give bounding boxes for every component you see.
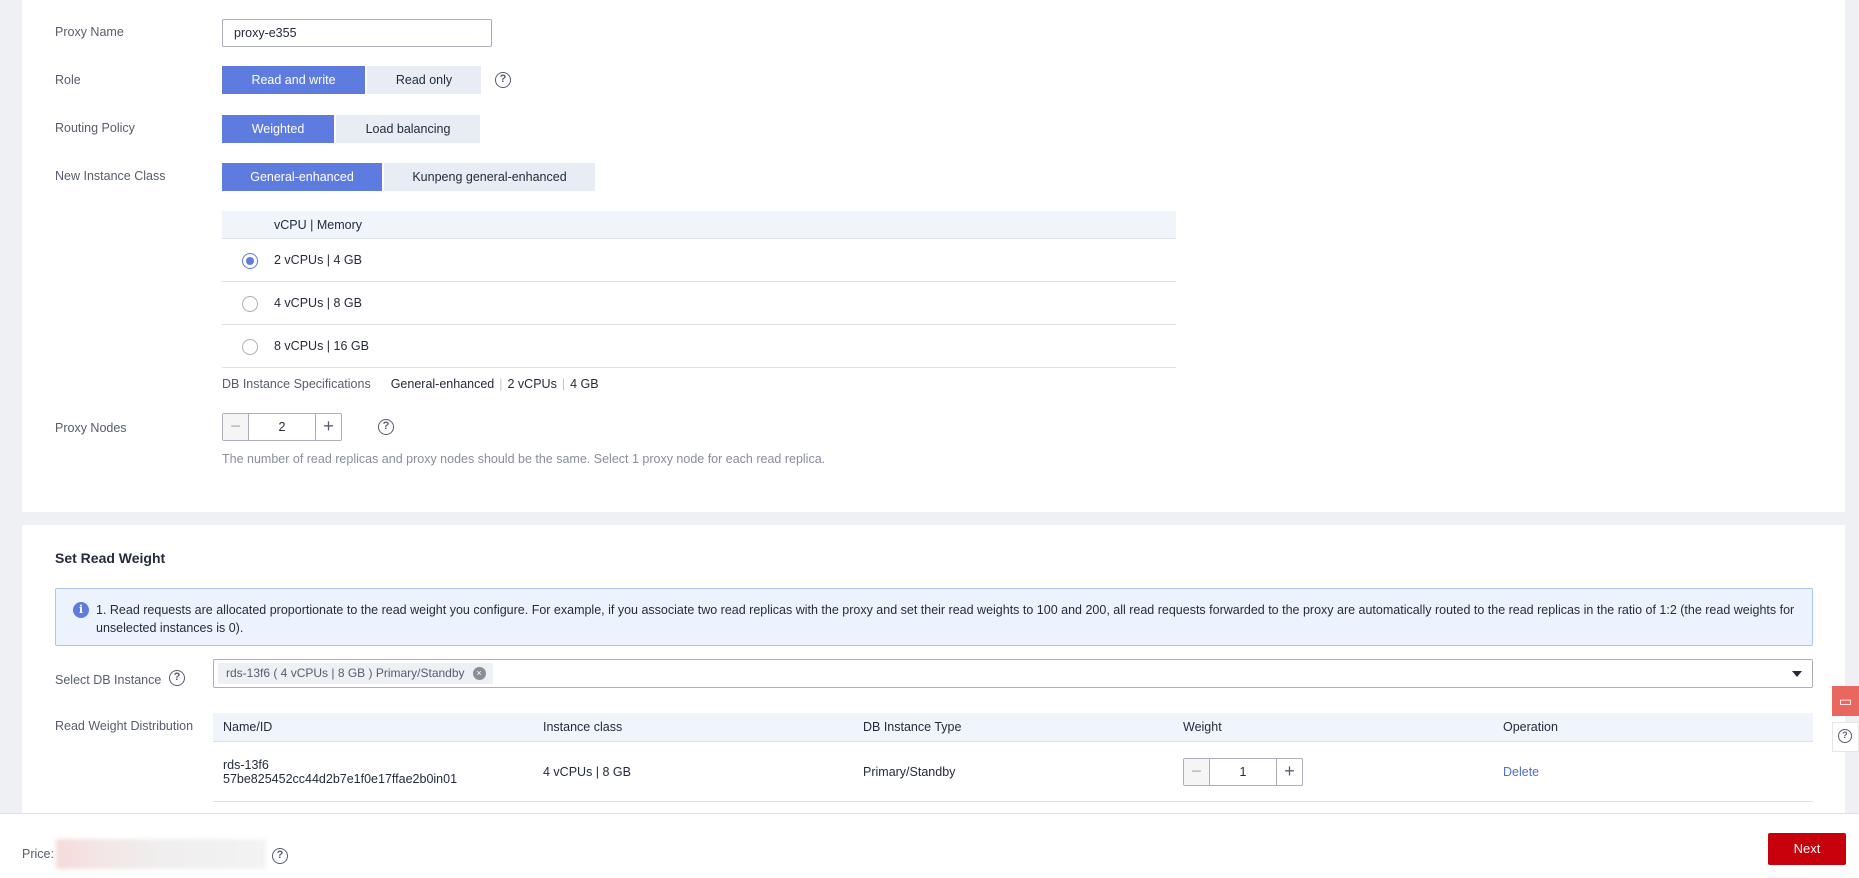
side-help-button[interactable]: ? xyxy=(1832,722,1859,752)
weight-decrement-button[interactable]: − xyxy=(1184,759,1210,785)
instance-class-option-general-enhanced[interactable]: General-enhanced xyxy=(222,163,382,191)
footer-bar: Price: ? Next xyxy=(0,813,1859,878)
weight-value[interactable]: 1 xyxy=(1210,759,1276,785)
read-weight-title: Set Read Weight xyxy=(55,550,166,566)
routing-policy-label: Routing Policy xyxy=(55,121,135,135)
select-db-instance-label: Select DB Instance xyxy=(55,673,162,687)
next-button[interactable]: Next xyxy=(1768,833,1846,865)
role-segmented-control: Read and write Read only xyxy=(222,66,483,94)
proxy-nodes-help-icon[interactable]: ? xyxy=(378,419,394,435)
spec-row-2vcpu[interactable]: 2 vCPUs | 4 GB xyxy=(222,239,1176,282)
role-label: Role xyxy=(55,73,81,87)
role-option-read-only[interactable]: Read only xyxy=(367,66,481,94)
read-weight-distribution-label: Read Weight Distribution xyxy=(55,719,194,733)
proxy-name-label: Proxy Name xyxy=(55,25,124,39)
col-db-instance-type: DB Instance Type xyxy=(863,720,962,734)
weight-stepper: − 1 + xyxy=(1183,758,1303,786)
spec-row-label: 2 vCPUs | 4 GB xyxy=(274,253,362,267)
spec-radio-2vcpu[interactable] xyxy=(242,253,258,269)
spec-summary-divider: | xyxy=(561,377,566,391)
spec-row-4vcpu[interactable]: 4 vCPUs | 8 GB xyxy=(222,282,1176,325)
table-row: rds-13f6 57be825452cc44d2b7e1f0e17ffae2b… xyxy=(213,742,1813,802)
col-name-id: Name/ID xyxy=(223,720,273,734)
spec-row-label: 8 vCPUs | 16 GB xyxy=(274,339,369,353)
instance-id: 57be825452cc44d2b7e1f0e17ffae2b0in01 xyxy=(223,771,458,786)
price-label: Price: xyxy=(22,847,54,861)
chat-icon[interactable]: ▭ xyxy=(1832,686,1859,716)
role-help-icon[interactable]: ? xyxy=(495,72,511,88)
read-weight-table: Name/ID Instance class DB Instance Type … xyxy=(213,713,1813,802)
spec-summary-class: General-enhanced xyxy=(390,377,495,391)
spec-summary-vcpu: 2 vCPUs xyxy=(507,377,557,391)
help-icon: ? xyxy=(1838,729,1852,743)
col-weight: Weight xyxy=(1183,720,1222,734)
cell-operation: Delete xyxy=(1493,765,1813,779)
spec-row-label: 4 vCPUs | 8 GB xyxy=(274,296,362,310)
instance-name: rds-13f6 xyxy=(223,757,269,772)
cell-db-instance-type: Primary/Standby xyxy=(863,764,956,779)
spec-summary-label: DB Instance Specifications xyxy=(222,377,371,391)
selected-instance-tag-label: rds-13f6 ( 4 vCPUs | 8 GB ) Primary/Stan… xyxy=(226,666,465,680)
proxy-nodes-label: Proxy Nodes xyxy=(55,421,127,435)
proxy-name-input[interactable]: proxy-e355 xyxy=(222,19,492,47)
db-instance-select[interactable]: rds-13f6 ( 4 vCPUs | 8 GB ) Primary/Stan… xyxy=(213,659,1813,688)
spec-summary-memory: 4 GB xyxy=(570,377,599,391)
spec-summary: DB Instance Specifications General-enhan… xyxy=(222,377,599,391)
proxy-nodes-note: The number of read replicas and proxy no… xyxy=(222,452,826,466)
price-value-redacted xyxy=(56,839,266,869)
spec-row-8vcpu[interactable]: 8 vCPUs | 16 GB xyxy=(222,325,1176,368)
col-instance-class: Instance class xyxy=(543,720,623,734)
read-weight-card: Set Read Weight i 1. Read requests are a… xyxy=(22,525,1845,815)
routing-option-weighted[interactable]: Weighted xyxy=(222,115,334,143)
role-option-read-write[interactable]: Read and write xyxy=(222,66,365,94)
select-db-help-icon[interactable]: ? xyxy=(169,670,185,686)
instance-class-segmented-control: General-enhanced Kunpeng general-enhance… xyxy=(222,163,597,191)
instance-class-label: New Instance Class xyxy=(55,169,166,183)
read-weight-info-text: 1. Read requests are allocated proportio… xyxy=(96,603,1795,635)
proxy-nodes-stepper: − 2 + xyxy=(222,413,342,441)
cell-instance-class: 4 vCPUs | 8 GB xyxy=(543,764,631,779)
weight-increment-button[interactable]: + xyxy=(1276,759,1302,785)
spec-summary-divider: | xyxy=(499,377,503,391)
routing-option-load-balancing[interactable]: Load balancing xyxy=(336,115,480,143)
selected-instance-tag: rds-13f6 ( 4 vCPUs | 8 GB ) Primary/Stan… xyxy=(218,663,493,684)
cell-weight: − 1 + xyxy=(1173,742,1493,801)
delete-link[interactable]: Delete xyxy=(1503,765,1539,779)
proxy-nodes-increment-button[interactable]: + xyxy=(315,414,341,440)
read-weight-info-box: i 1. Read requests are allocated proport… xyxy=(55,588,1813,646)
proxy-nodes-decrement-button[interactable]: − xyxy=(223,414,249,440)
chevron-down-icon[interactable] xyxy=(1792,671,1802,677)
info-icon: i xyxy=(73,602,89,618)
read-weight-table-header: Name/ID Instance class DB Instance Type … xyxy=(213,713,1813,742)
spec-radio-8vcpu[interactable] xyxy=(242,339,258,355)
cell-name-id: rds-13f6 57be825452cc44d2b7e1f0e17ffae2b… xyxy=(213,758,533,786)
price-help-icon[interactable]: ? xyxy=(272,848,288,864)
col-operation: Operation xyxy=(1503,720,1558,734)
proxy-config-card: Proxy Name proxy-e355 Role Read and writ… xyxy=(22,0,1845,512)
routing-policy-segmented-control: Weighted Load balancing xyxy=(222,115,482,143)
spec-table-header: vCPU | Memory xyxy=(222,211,1176,239)
remove-tag-icon[interactable]: × xyxy=(472,667,486,680)
instance-class-option-kunpeng[interactable]: Kunpeng general-enhanced xyxy=(384,163,595,191)
spec-radio-4vcpu[interactable] xyxy=(242,296,258,312)
proxy-nodes-value[interactable]: 2 xyxy=(249,414,315,440)
spec-table: vCPU | Memory 2 vCPUs | 4 GB 4 vCPUs | 8… xyxy=(222,211,1176,368)
